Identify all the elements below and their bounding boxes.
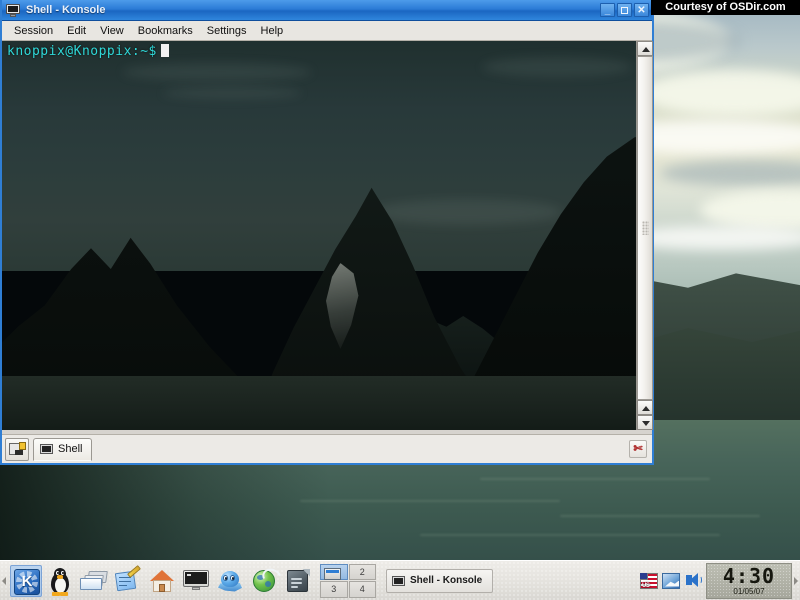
pager-desktop-4[interactable]: 4 [348, 581, 376, 598]
chevron-up-icon [642, 406, 650, 411]
minimize-icon: _ [604, 5, 611, 16]
menu-item-view[interactable]: View [93, 23, 131, 39]
minimize-button[interactable]: _ [600, 3, 615, 17]
chevron-up-icon [642, 47, 650, 52]
panel-right-handle[interactable] [792, 561, 800, 600]
launcher-text-editor[interactable] [282, 565, 314, 597]
close-icon: ✕ [637, 5, 646, 16]
scrollbar-up-button-bottom[interactable] [637, 400, 653, 415]
window-list: Shell - Konsole [382, 564, 640, 598]
kde-taskbar-panel: 2 3 4 Shell - Konsole US 4:30 01/05/07 [0, 560, 800, 600]
pager-desktop-2[interactable]: 2 [348, 563, 376, 580]
scrollbar-up-button[interactable] [637, 41, 653, 56]
pager-window-preview [324, 567, 341, 580]
menu-item-session[interactable]: Session [7, 23, 60, 39]
clock-date: 01/05/07 [733, 586, 765, 596]
panel-clock[interactable]: 4:30 01/05/07 [706, 562, 792, 599]
terminal-bg-cloud [162, 87, 302, 99]
show-desktop-icon [80, 570, 108, 591]
globe-browser-icon [252, 565, 285, 593]
tabbar-filler [92, 438, 629, 461]
panel-launchers [8, 564, 314, 597]
gear-icon [16, 570, 38, 593]
terminal-cursor [160, 44, 169, 57]
shell-prompt: knoppix@Knoppix:~$ [7, 44, 157, 59]
terminal-monitor-icon [6, 3, 20, 17]
clock-time: 4:30 [722, 563, 776, 588]
pager-desktop-number: 3 [331, 584, 337, 595]
taskbar-window-button-konsole[interactable]: Shell - Konsole [386, 568, 494, 593]
launcher-show-desktop[interactable] [78, 565, 110, 597]
scrollbar-grip-icon [642, 221, 649, 235]
panel-left-handle[interactable] [0, 561, 8, 600]
terminal-scrollbar[interactable] [636, 41, 653, 430]
terminal-bg-cloud [482, 57, 632, 77]
pager-desktop-number: 4 [359, 584, 365, 595]
kmenu-icon [14, 568, 40, 595]
terminal-bg-cloud [372, 199, 562, 225]
pager-desktop-3[interactable]: 3 [320, 581, 348, 598]
menu-item-bookmarks[interactable]: Bookmarks [131, 23, 200, 39]
remove-session-button[interactable]: ✄ [629, 440, 647, 458]
water-ripple [480, 478, 710, 480]
maximize-icon [621, 7, 628, 14]
new-session-badge-icon [19, 441, 26, 450]
terminal-bg-water [2, 376, 636, 430]
window-controls: _ ✕ [600, 3, 649, 17]
remove-session-icon: ✄ [633, 443, 643, 455]
menu-item-settings[interactable]: Settings [200, 23, 254, 39]
water-ripple [560, 515, 760, 517]
tux-penguin-icon [51, 567, 69, 596]
virtual-desktop-pager: 2 3 4 [320, 563, 376, 598]
document-editor-icon [286, 568, 310, 593]
launcher-home[interactable] [146, 565, 178, 597]
terminal-area[interactable]: knoppix@Knoppix:~$ [2, 41, 653, 430]
keyboard-layout-label: US [642, 582, 650, 589]
editor-pencil-icon [114, 564, 141, 593]
chevron-down-icon [642, 421, 650, 426]
session-tab-shell[interactable]: Shell [33, 437, 93, 461]
launcher-terminal[interactable] [180, 565, 212, 597]
maximize-button[interactable] [617, 3, 632, 17]
pager-desktop-number: 2 [359, 566, 365, 577]
close-button[interactable]: ✕ [634, 3, 649, 17]
session-tab-label: Shell [58, 443, 83, 455]
scrollbar-thumb[interactable] [637, 56, 653, 400]
terminal-screen[interactable]: knoppix@Knoppix:~$ [2, 41, 636, 430]
launcher-konqueror[interactable] [214, 565, 246, 597]
taskbar-window-label: Shell - Konsole [410, 575, 483, 586]
terminal-bg-cloud [122, 63, 312, 81]
system-tray: US [640, 572, 706, 589]
konqueror-dragon-icon [218, 569, 242, 593]
water-ripple [420, 534, 720, 536]
menubar: Session Edit View Bookmarks Settings Hel… [2, 21, 652, 41]
desktop-screen: Courtesy of OSDir.com Shell - Konsole _ … [0, 0, 800, 600]
new-session-button[interactable] [5, 437, 29, 461]
osdir-watermark: Courtesy of OSDir.com [651, 0, 800, 15]
launcher-kmenu[interactable] [10, 564, 42, 597]
konsole-window[interactable]: Shell - Konsole _ ✕ Session Edit View Bo… [0, 0, 654, 465]
launcher-tux[interactable] [44, 565, 76, 597]
klipper-icon[interactable] [662, 572, 680, 589]
terminal-icon [183, 569, 209, 592]
window-titlebar[interactable]: Shell - Konsole _ ✕ [2, 0, 652, 21]
terminal-icon [40, 444, 53, 454]
launcher-web-browser[interactable] [248, 565, 285, 597]
home-folder-icon [150, 569, 174, 593]
pager-desktop-1[interactable] [320, 563, 348, 580]
menu-item-help[interactable]: Help [254, 23, 291, 39]
keyboard-layout-flag-icon[interactable]: US [640, 572, 658, 589]
launcher-editor[interactable] [112, 564, 144, 597]
water-ripple [300, 500, 560, 502]
terminal-icon [392, 575, 405, 586]
konsole-tabbar: Shell ✄ [2, 434, 652, 463]
window-title: Shell - Konsole [26, 4, 106, 16]
menu-item-edit[interactable]: Edit [60, 23, 93, 39]
terminal-prompt-line: knoppix@Knoppix:~$ [7, 44, 169, 59]
scrollbar-down-button[interactable] [637, 415, 653, 430]
volume-speaker-icon[interactable] [684, 572, 702, 589]
